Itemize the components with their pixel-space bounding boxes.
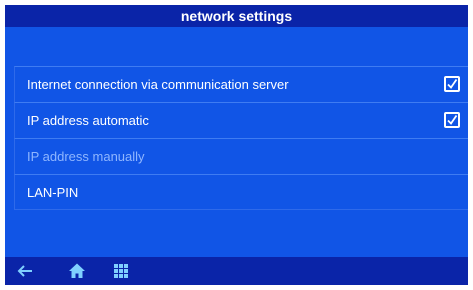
screen: network settings Internet connection via… xyxy=(5,5,468,285)
back-arrow-icon xyxy=(17,265,32,277)
home-icon xyxy=(69,263,85,278)
setting-row-lan-pin[interactable]: LAN-PIN xyxy=(14,174,468,210)
internet-connection-checkbox[interactable] xyxy=(444,76,460,92)
setting-label-ip-manually: IP address manually xyxy=(27,149,145,164)
grid-menu-icon xyxy=(114,264,128,278)
home-button[interactable] xyxy=(63,257,91,285)
setting-label-lan-pin: LAN-PIN xyxy=(27,185,79,200)
page-title: network settings xyxy=(180,8,293,24)
checkmark-icon xyxy=(447,78,458,89)
title-bar: network settings xyxy=(5,5,468,27)
bottom-nav-bar xyxy=(5,257,468,285)
setting-row-ip-manually: IP address manually xyxy=(14,138,468,174)
menu-grid-button[interactable] xyxy=(107,257,135,285)
setting-row-ip-automatic[interactable]: IP address automatic xyxy=(14,102,468,138)
setting-label-internet-connection: Internet connection via communication se… xyxy=(27,77,289,92)
settings-list: Internet connection via communication se… xyxy=(14,66,468,210)
setting-label-ip-automatic: IP address automatic xyxy=(27,113,149,128)
ip-automatic-checkbox[interactable] xyxy=(444,112,460,128)
back-button[interactable] xyxy=(11,257,39,285)
setting-row-internet-connection[interactable]: Internet connection via communication se… xyxy=(14,66,468,102)
checkmark-icon xyxy=(447,114,458,125)
